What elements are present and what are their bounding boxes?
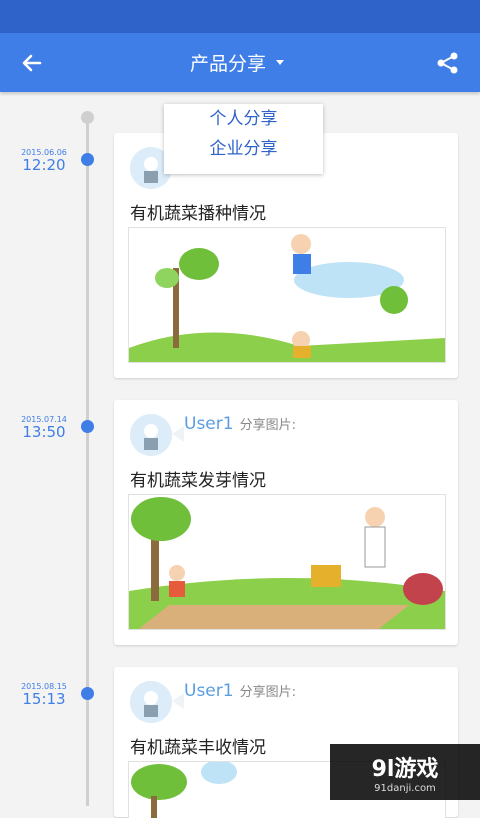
post-date: 2015.08.15 15:13 xyxy=(16,682,72,708)
menu-item-enterprise-share[interactable]: 企业分享 xyxy=(164,134,323,164)
post-user: User1 分享图片: xyxy=(184,681,296,701)
timeline-dot xyxy=(81,420,94,433)
avatar[interactable] xyxy=(130,414,172,456)
share-icon xyxy=(437,52,458,74)
post-time-label: 13:50 xyxy=(22,423,66,441)
app-bar: 产品分享 xyxy=(0,33,480,92)
timeline-dot xyxy=(81,153,94,166)
watermark-logo: 9l游戏 91danji.com xyxy=(330,744,480,800)
post-action: 分享图片: xyxy=(239,418,296,433)
timeline-line xyxy=(86,116,89,806)
post-time-label: 15:13 xyxy=(22,690,66,708)
share-type-menu: 个人分享 企业分享 xyxy=(164,104,323,174)
post-image[interactable] xyxy=(128,227,446,363)
user-name[interactable]: User1 xyxy=(184,414,234,434)
post-text: 有机蔬菜发芽情况 xyxy=(130,471,266,491)
post-image[interactable] xyxy=(128,494,446,630)
sowing-illustration xyxy=(129,228,445,362)
sprouting-illustration xyxy=(129,495,445,629)
page-title: 产品分享 xyxy=(190,53,267,75)
menu-item-personal-share[interactable]: 个人分享 xyxy=(164,104,323,134)
bubble-tail xyxy=(172,426,184,442)
title-dropdown[interactable]: 产品分享 xyxy=(190,33,285,92)
avatar-image xyxy=(130,414,172,456)
back-button[interactable] xyxy=(12,43,52,83)
watermark-title: 9l游戏 xyxy=(371,756,439,782)
post-text: 有机蔬菜丰收情况 xyxy=(130,738,266,758)
avatar-image xyxy=(130,681,172,723)
user-name[interactable]: User1 xyxy=(184,681,234,701)
post-time-label: 12:20 xyxy=(22,156,66,174)
post-card[interactable]: User1 分享图片: 有机蔬菜发芽情况 xyxy=(114,400,458,645)
share-button[interactable] xyxy=(428,43,468,83)
post-date: 2015.07.14 13:50 xyxy=(16,415,72,441)
post-action: 分享图片: xyxy=(239,685,296,700)
timeline-start-dot xyxy=(81,111,94,124)
status-bar xyxy=(0,0,480,33)
chevron-down-icon xyxy=(276,60,285,65)
post-date: 2015.06.06 12:20 xyxy=(16,148,72,174)
bubble-tail xyxy=(172,693,184,709)
avatar[interactable] xyxy=(130,681,172,723)
arrow-left-icon xyxy=(22,54,42,72)
post-text: 有机蔬菜播种情况 xyxy=(130,204,266,224)
timeline-dot xyxy=(81,687,94,700)
post-user: User1 分享图片: xyxy=(184,414,296,434)
watermark-url: 91danji.com xyxy=(374,782,436,794)
